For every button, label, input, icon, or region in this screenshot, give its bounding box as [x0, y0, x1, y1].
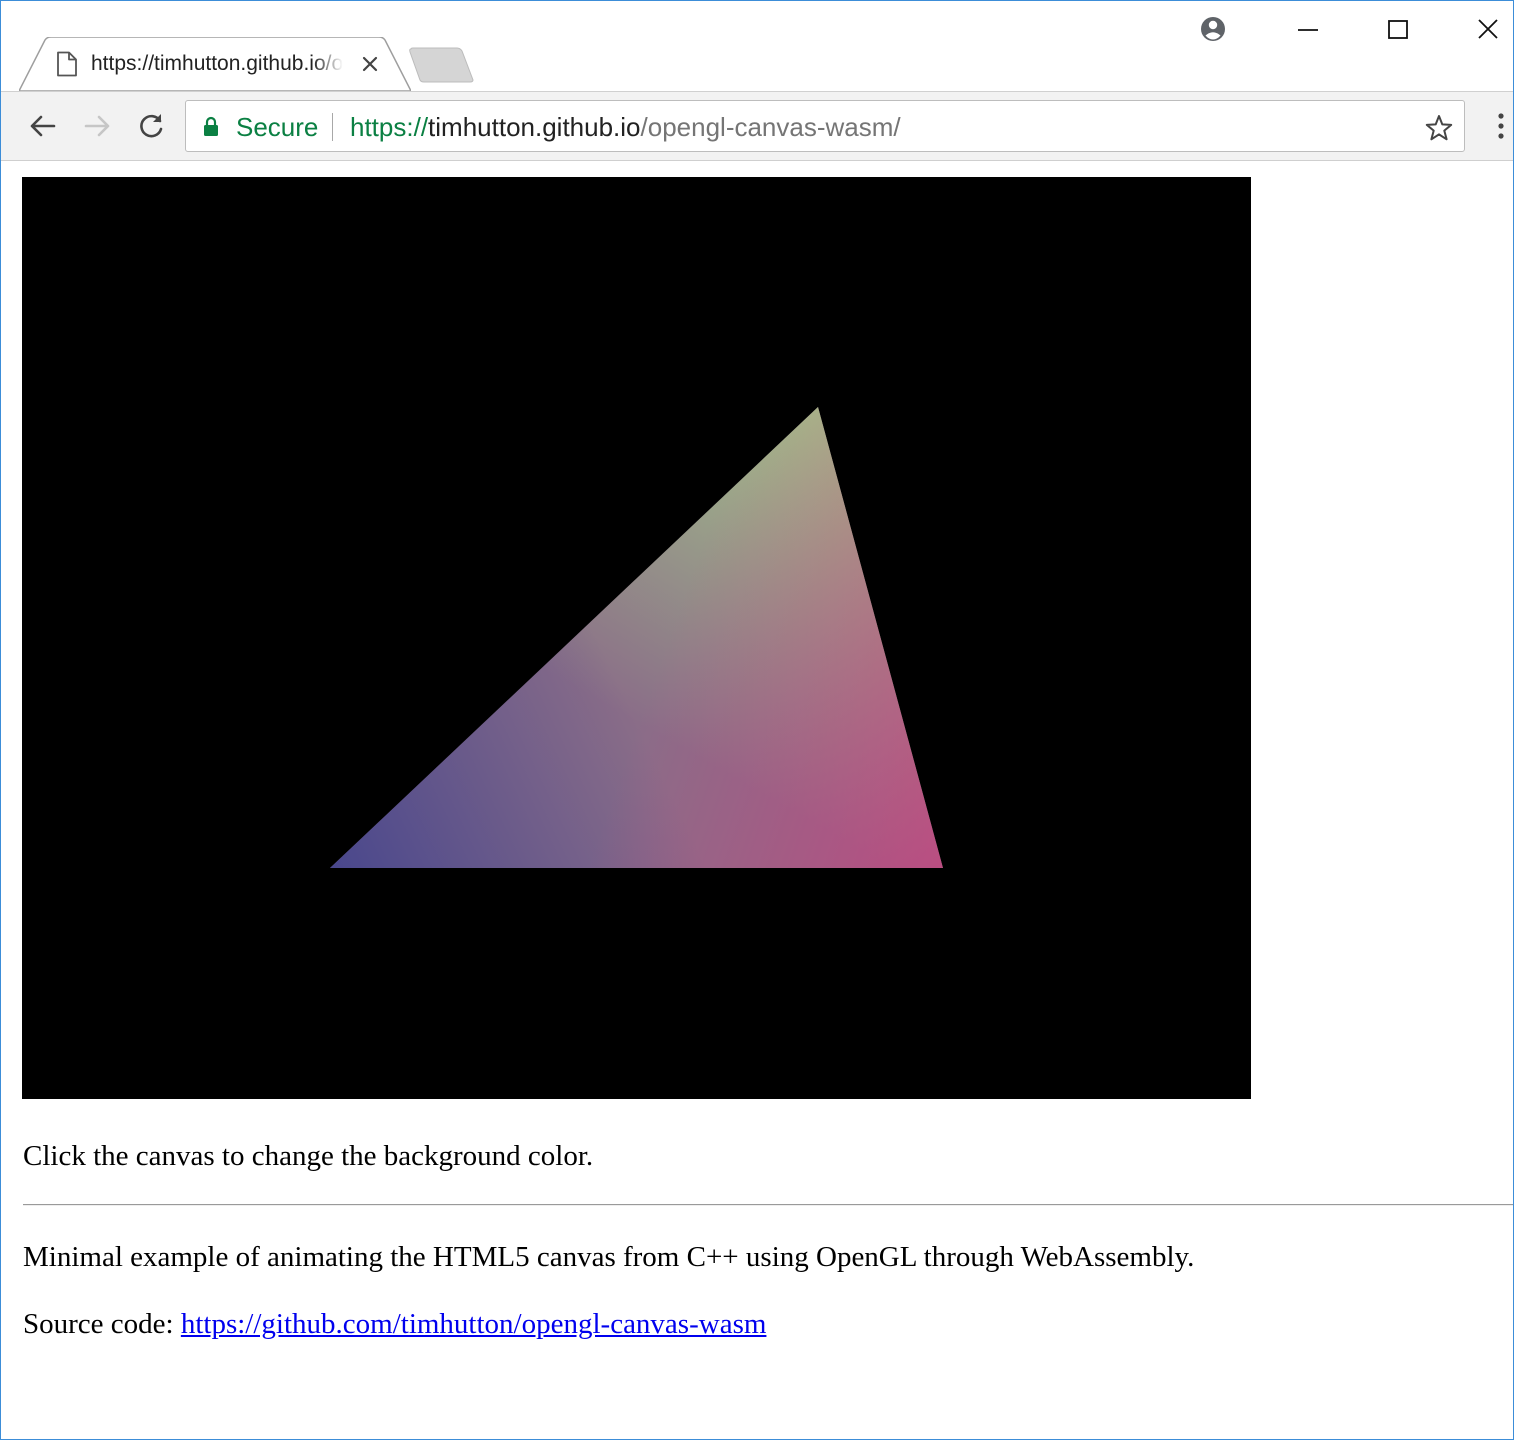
canvas-instruction: Click the canvas to change the backgroun…: [23, 1140, 594, 1172]
url-text[interactable]: https://timhutton.github.io/opengl-canva…: [350, 111, 901, 143]
source-label: Source code:: [23, 1308, 181, 1340]
opengl-canvas[interactable]: [22, 177, 1251, 1099]
browser-window: https://timhutton.github.io/opengl-canva…: [0, 0, 1514, 1440]
lock-icon: [204, 116, 218, 136]
tab-strip: https://timhutton.github.io/opengl-canva…: [1, 1, 1513, 91]
url-scheme: https://: [350, 112, 429, 142]
kebab-menu-icon[interactable]: [1487, 108, 1514, 144]
close-icon[interactable]: [1468, 9, 1508, 49]
source-code-line: Source code: https://github.com/timhutto…: [23, 1306, 766, 1342]
maximize-icon[interactable]: [1378, 9, 1418, 49]
url-host: timhutton.github.io: [428, 112, 641, 142]
page-content: Click the canvas to change the backgroun…: [1, 161, 1513, 1439]
address-bar[interactable]: Secure https://timhutton.github.io/openg…: [185, 100, 1465, 152]
secure-label[interactable]: Secure: [236, 111, 318, 143]
gradient-triangle: [330, 407, 943, 868]
browser-toolbar: Secure https://timhutton.github.io/openg…: [1, 91, 1513, 161]
tab-title: https://timhutton.github.io/opengl-canva…: [91, 52, 343, 75]
minimize-icon[interactable]: [1288, 9, 1328, 49]
page-icon: [57, 51, 77, 77]
browser-tab[interactable]: https://timhutton.github.io/opengl-canva…: [19, 37, 411, 91]
url-path: /opengl-canvas-wasm/: [640, 112, 901, 142]
arrow-right-icon[interactable]: [79, 108, 115, 144]
arrow-left-icon[interactable]: [25, 108, 61, 144]
reload-icon[interactable]: [133, 108, 169, 144]
source-code-link[interactable]: https://github.com/timhutton/opengl-canv…: [181, 1308, 767, 1340]
description-text: Minimal example of animating the HTML5 c…: [23, 1241, 1195, 1273]
tab-close-icon[interactable]: [359, 53, 381, 75]
star-icon[interactable]: [1424, 113, 1454, 143]
horizontal-rule: [23, 1204, 1513, 1206]
omnibox-divider: [332, 113, 333, 141]
new-tab-button[interactable]: [407, 47, 475, 83]
profile-icon[interactable]: [1193, 9, 1233, 49]
